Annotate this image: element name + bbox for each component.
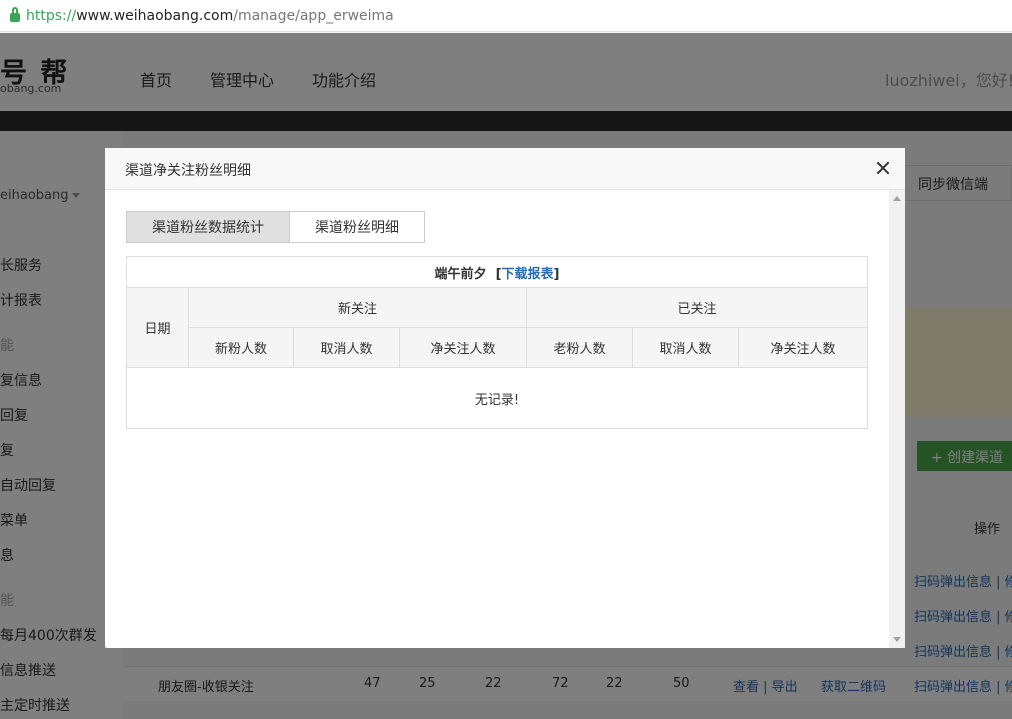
scroll-down-arrow-icon[interactable] — [893, 637, 901, 642]
download-report-link[interactable]: 下载报表 — [502, 267, 554, 282]
column-header: 净关注人数 — [738, 327, 868, 368]
table-header-row: 日期 新关注 已关注 — [126, 287, 868, 368]
url-path: /manage/app_erweima — [233, 7, 394, 24]
channel-fans-detail-dialog: 渠道净关注粉丝明细 渠道粉丝数据统计 渠道粉丝明细 端午前夕 [下载报表] 日期… — [105, 148, 905, 648]
url-host: www.weihaobang.com — [76, 7, 234, 24]
fans-detail-table: 端午前夕 [下载报表] 日期 新关注 已关注 新粉人数 取消人数 净关注人数 老… — [126, 256, 868, 429]
dialog-header: 渠道净关注粉丝明细 — [105, 148, 905, 190]
tab-channel-stats[interactable]: 渠道粉丝数据统计 — [126, 211, 290, 243]
column-group-new: 新关注 — [188, 287, 527, 328]
column-header: 老粉人数 — [526, 327, 633, 368]
column-header: 净关注人数 — [399, 327, 527, 368]
dialog-tabs: 渠道粉丝数据统计 渠道粉丝明细 — [126, 211, 425, 243]
column-header: 新粉人数 — [188, 327, 294, 368]
address-bar[interactable]: https://www.weihaobang.com/manage/app_er… — [0, 0, 1012, 32]
empty-row: 无记录! — [126, 367, 868, 429]
dialog-body: 渠道粉丝数据统计 渠道粉丝明细 端午前夕 [下载报表] 日期 新关注 已关注 新… — [105, 190, 889, 648]
column-group-existing: 已关注 — [526, 287, 868, 328]
column-header: 取消人数 — [293, 327, 400, 368]
dialog-title: 渠道净关注粉丝明细 — [125, 163, 251, 179]
table-caption-row: 端午前夕 [下载报表] — [126, 256, 868, 288]
close-icon[interactable] — [873, 158, 893, 178]
url-scheme: https:// — [26, 7, 77, 24]
dialog-scrollbar[interactable] — [889, 190, 905, 648]
column-header: 取消人数 — [632, 327, 739, 368]
table-subheader-row: 新粉人数 取消人数 净关注人数 老粉人数 取消人数 净关注人数 — [127, 327, 868, 368]
lock-icon — [10, 7, 20, 22]
scroll-up-arrow-icon[interactable] — [893, 196, 901, 201]
table-caption: 端午前夕 [下载报表] — [126, 256, 868, 288]
empty-message: 无记录! — [126, 367, 868, 429]
tab-channel-fans-detail[interactable]: 渠道粉丝明细 — [290, 211, 425, 243]
channel-name: 端午前夕 — [434, 266, 487, 282]
column-header-date: 日期 — [126, 287, 189, 368]
